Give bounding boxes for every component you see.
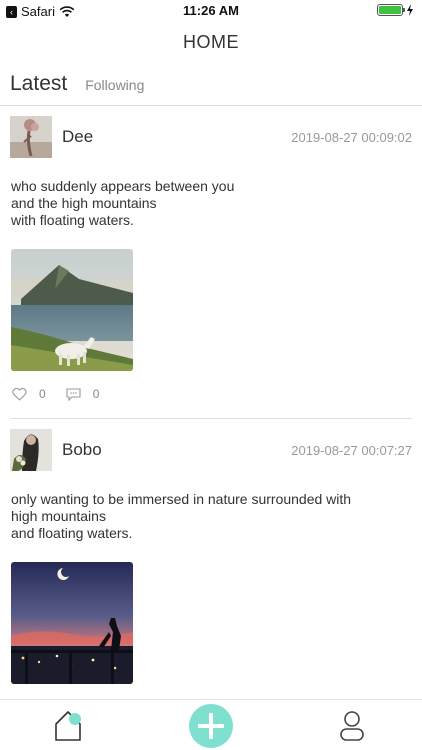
tabs-divider (0, 105, 422, 106)
post-text: who suddenly appears between you and the… (11, 178, 235, 228)
comment-count: 0 (92, 387, 100, 401)
post-timestamp: 2019-08-27 00:09:02 (291, 130, 412, 145)
post-actions: 0 0 (12, 387, 119, 401)
post-photo[interactable] (11, 249, 133, 371)
charging-bolt-icon (407, 4, 413, 16)
status-time: 11:26 AM (183, 3, 239, 18)
post-username[interactable]: Dee (62, 127, 93, 147)
post-photo[interactable] (11, 562, 133, 684)
post-text: only wanting to be immersed in nature su… (11, 491, 352, 541)
tab-latest[interactable]: Latest (10, 72, 67, 96)
home-icon[interactable] (54, 710, 82, 742)
like-heart-icon[interactable] (12, 387, 27, 401)
post-divider (11, 418, 412, 419)
add-post-icon[interactable] (189, 704, 233, 748)
like-count: 0 (39, 387, 46, 401)
comment-icon[interactable] (66, 387, 81, 401)
post-timestamp: 2019-08-27 00:07:27 (291, 443, 412, 458)
battery-icon (377, 4, 405, 16)
post-header: Bobo 2019-08-27 00:07:27 (10, 429, 412, 471)
feed-tabs: Latest Following (10, 72, 144, 96)
status-bar: ‹ Safari 11:26 AM (0, 0, 422, 22)
avatar[interactable] (10, 116, 52, 158)
post-header: Dee 2019-08-27 00:09:02 (10, 116, 412, 158)
post-username[interactable]: Bobo (62, 440, 102, 460)
tab-following[interactable]: Following (85, 77, 144, 93)
battery-fill (379, 6, 401, 14)
tab-bar (0, 699, 422, 750)
page-title: HOME (183, 32, 239, 52)
avatar[interactable] (10, 429, 52, 471)
profile-icon[interactable] (339, 710, 365, 742)
status-right (377, 4, 414, 16)
